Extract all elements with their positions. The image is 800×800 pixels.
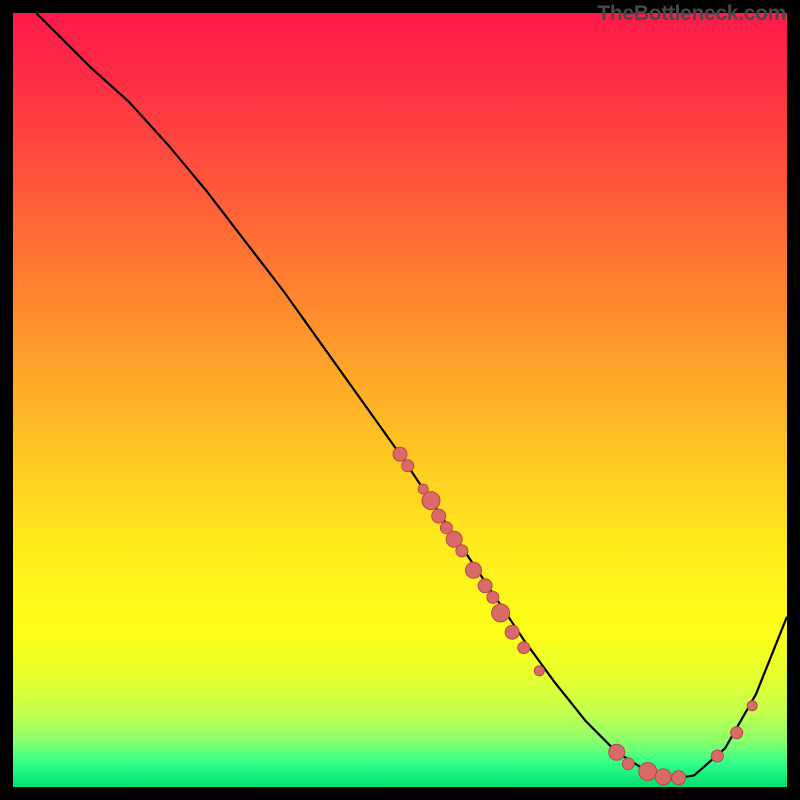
data-point <box>422 492 440 510</box>
data-point <box>655 769 671 785</box>
data-point <box>622 758 634 770</box>
bottleneck-curve <box>36 13 787 779</box>
data-point <box>518 642 530 654</box>
data-point <box>639 763 657 781</box>
data-point <box>731 727 743 739</box>
data-point <box>492 604 510 622</box>
data-point <box>393 447 407 461</box>
data-point <box>534 666 544 676</box>
chart-area <box>13 13 787 787</box>
data-point <box>672 771 686 785</box>
data-point <box>711 750 723 762</box>
data-point <box>609 744 625 760</box>
data-point <box>402 460 414 472</box>
data-point <box>478 579 492 593</box>
data-point <box>487 591 499 603</box>
data-point <box>456 545 468 557</box>
chart-overlay <box>13 13 787 787</box>
data-point <box>505 625 519 639</box>
data-point <box>432 509 446 523</box>
data-points <box>393 447 757 785</box>
data-point <box>466 562 482 578</box>
data-point <box>747 701 757 711</box>
watermark-text: TheBottleneck.com <box>597 2 786 26</box>
